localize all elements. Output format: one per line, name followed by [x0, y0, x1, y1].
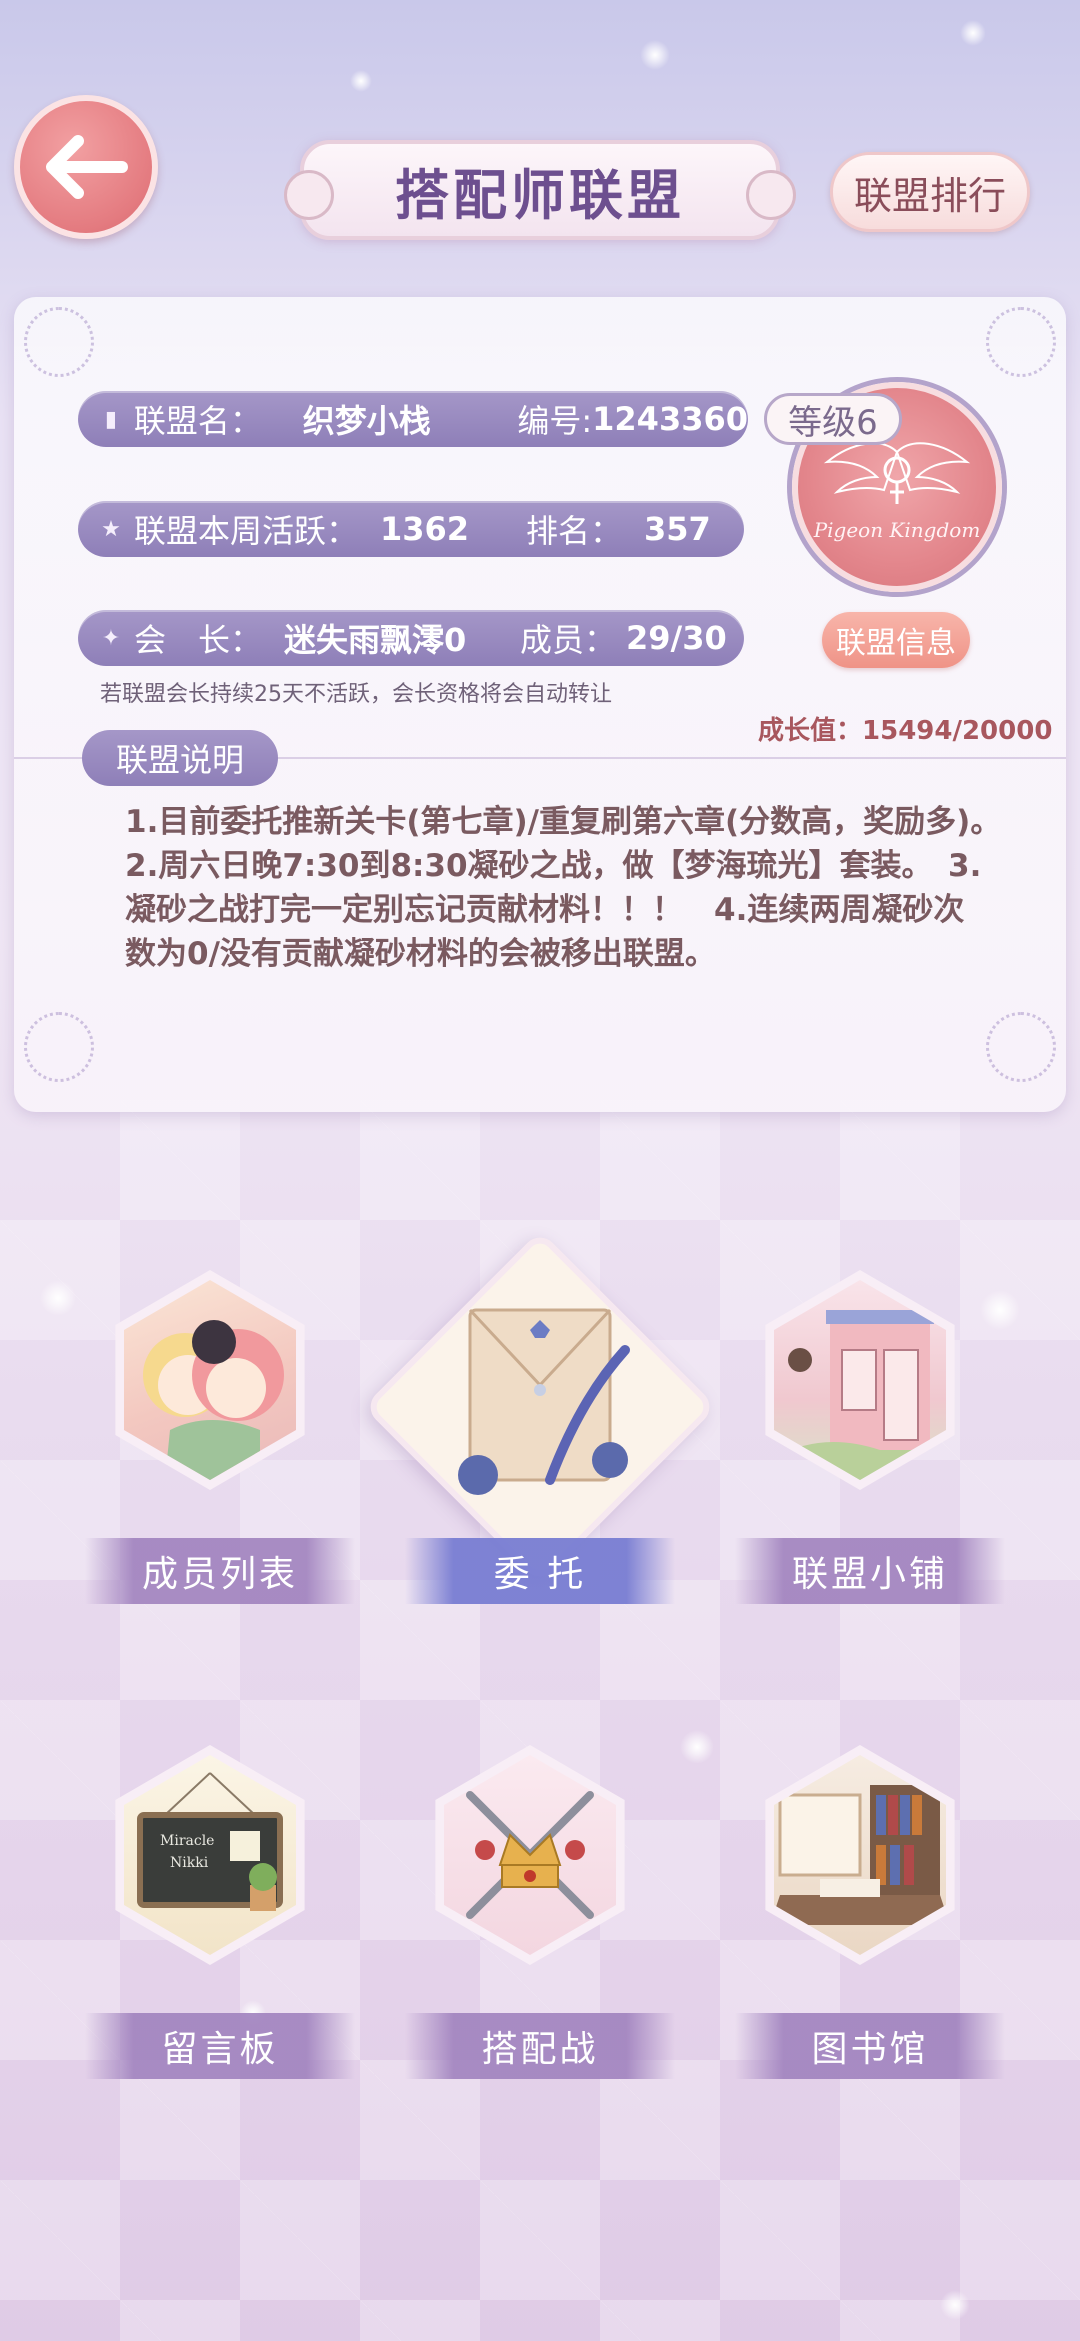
member-list-image	[124, 1280, 296, 1480]
leader-row: ✦ 会 长： 迷失雨飘澪0 成员： 29/30	[78, 610, 744, 666]
library-label: 图书馆	[735, 2013, 1005, 2079]
members-count: 29/30	[626, 619, 727, 657]
growth-value: 成长值：15494/20000	[758, 710, 1052, 747]
chalkboard-icon: Miracle Nikki	[137, 1772, 283, 1911]
alliance-info-button[interactable]: 联盟信息	[822, 612, 970, 668]
arrow-left-icon	[46, 135, 128, 199]
board-text-1: Miracle	[160, 1833, 214, 1849]
member-list-tile[interactable]: 成员列表	[85, 1270, 355, 1610]
alliance-ranking-button[interactable]: 联盟排行	[830, 152, 1030, 232]
star-icon: ★	[101, 516, 121, 542]
sparkle	[40, 1280, 76, 1316]
leader-label: 会 长：	[134, 621, 263, 659]
library-image	[774, 1755, 946, 1955]
rose-ornament-icon	[746, 170, 796, 220]
alliance-shop-label: 联盟小铺	[735, 1538, 1005, 1604]
growth-label: 成长值：	[758, 716, 863, 746]
shop-front-icon	[774, 1310, 946, 1480]
screen: 搭配师联盟 联盟排行 ▮ 联盟名： 织梦小栈 编号: 1243360 ★ 联盟本…	[0, 0, 1080, 2341]
library-tile[interactable]: 图书馆	[735, 1745, 1005, 2085]
rose-corner-icon	[24, 1012, 94, 1082]
message-board-image: Miracle Nikki	[124, 1755, 296, 1955]
level-badge: 等级6	[764, 393, 902, 445]
alliance-shop-tile[interactable]: 联盟小铺	[735, 1270, 1005, 1610]
weekly-activity-value: 1362	[380, 510, 470, 548]
alliance-id: 1243360	[592, 400, 748, 438]
rose-ornament-icon	[284, 170, 334, 220]
rank-label: 排名：	[526, 512, 623, 550]
library-frame	[765, 1745, 955, 1965]
message-board-frame: Miracle Nikki	[115, 1745, 305, 1965]
weekly-activity-label: 联盟本周活跃：	[134, 512, 359, 550]
board-text-2: Nikki	[170, 1855, 209, 1871]
alliance-description: 1.目前委托推新关卡(第七章)/重复刷第六章(分数高，奖励多)。 2.周六日晚7…	[125, 804, 986, 972]
page-title: 搭配师联盟	[395, 163, 685, 227]
rose-corner-icon	[24, 307, 94, 377]
description-tag: 联盟说明	[82, 730, 278, 786]
commission-label: 委 托	[405, 1538, 675, 1604]
sparkle	[640, 40, 670, 70]
styling-battle-frame	[435, 1745, 625, 1965]
envelope-quill-icon	[458, 1308, 630, 1495]
styling-battle-label: 搭配战	[405, 2013, 675, 2079]
leader-transfer-warning: 若联盟会长持续25天不活跃，会长资格将会自动转让	[100, 682, 612, 707]
alliance-name-row: ▮ 联盟名： 织梦小栈 编号: 1243360	[78, 391, 748, 447]
alliance-name: 织梦小栈	[302, 402, 431, 440]
alliance-name-label: 联盟名：	[133, 402, 262, 440]
rose-corner-icon	[986, 1012, 1056, 1082]
alliance-shop-frame	[765, 1270, 955, 1490]
back-button[interactable]	[14, 95, 158, 239]
sparkle-icon: ✦	[101, 625, 121, 651]
sparkle	[960, 20, 986, 46]
emblem-text: Pigeon Kingdom	[813, 518, 981, 542]
alliance-id-label: 编号:	[517, 402, 593, 440]
rose-corner-icon	[986, 307, 1056, 377]
growth-number: 15494/20000	[862, 716, 1053, 746]
leader-name: 迷失雨飘澪0	[284, 621, 467, 659]
weekly-activity-row: ★ 联盟本周活跃： 1362 排名： 357	[78, 501, 744, 557]
sparkle	[350, 70, 372, 92]
alliance-shop-image	[774, 1280, 946, 1480]
rank-value: 357	[644, 510, 711, 548]
styling-battle-image	[444, 1755, 616, 1955]
two-girls-icon	[143, 1320, 284, 1480]
sparkle	[680, 1730, 714, 1764]
commission-tile[interactable]: 委 托	[363, 1230, 717, 1620]
member-list-label: 成员列表	[85, 1538, 355, 1604]
crossed-swords-crown-icon	[466, 1791, 594, 1919]
members-label: 成员：	[520, 621, 617, 659]
book-icon: ▮	[104, 406, 117, 432]
bookshelf-icon	[774, 1785, 946, 1925]
sparkle	[940, 2290, 970, 2320]
message-board-label: 留言板	[85, 2013, 355, 2079]
member-list-frame	[115, 1270, 305, 1490]
title-plate: 搭配师联盟	[284, 140, 796, 240]
message-board-tile[interactable]: Miracle Nikki 留言板	[85, 1745, 355, 2085]
styling-battle-tile[interactable]: 搭配战	[405, 1745, 675, 2085]
